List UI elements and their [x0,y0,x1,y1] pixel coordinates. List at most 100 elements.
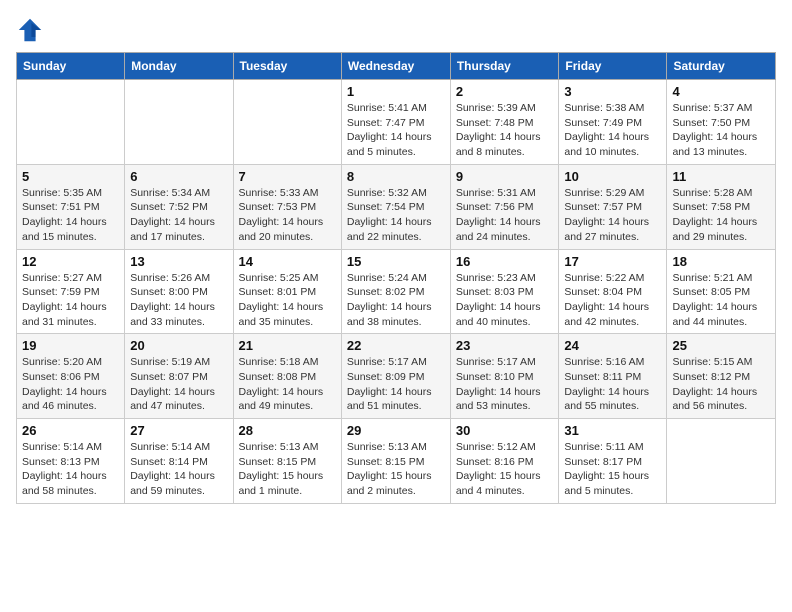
cell-info: Sunrise: 5:35 AMSunset: 7:51 PMDaylight:… [22,186,119,245]
day-number: 29 [347,423,445,438]
weekday-header: Friday [559,53,667,80]
day-number: 26 [22,423,119,438]
calendar-week-row: 5 Sunrise: 5:35 AMSunset: 7:51 PMDayligh… [17,164,776,249]
cell-info: Sunrise: 5:39 AMSunset: 7:48 PMDaylight:… [456,101,554,160]
calendar-cell: 26 Sunrise: 5:14 AMSunset: 8:13 PMDaylig… [17,419,125,504]
day-number: 11 [672,169,770,184]
calendar-cell: 31 Sunrise: 5:11 AMSunset: 8:17 PMDaylig… [559,419,667,504]
cell-info: Sunrise: 5:17 AMSunset: 8:09 PMDaylight:… [347,355,445,414]
day-number: 25 [672,338,770,353]
calendar-table: SundayMondayTuesdayWednesdayThursdayFrid… [16,52,776,504]
cell-info: Sunrise: 5:38 AMSunset: 7:49 PMDaylight:… [564,101,661,160]
day-number: 17 [564,254,661,269]
day-number: 5 [22,169,119,184]
day-number: 18 [672,254,770,269]
day-number: 22 [347,338,445,353]
cell-info: Sunrise: 5:29 AMSunset: 7:57 PMDaylight:… [564,186,661,245]
weekday-header: Tuesday [233,53,341,80]
calendar-cell: 24 Sunrise: 5:16 AMSunset: 8:11 PMDaylig… [559,334,667,419]
calendar-header-row: SundayMondayTuesdayWednesdayThursdayFrid… [17,53,776,80]
cell-info: Sunrise: 5:19 AMSunset: 8:07 PMDaylight:… [130,355,227,414]
cell-info: Sunrise: 5:25 AMSunset: 8:01 PMDaylight:… [239,271,336,330]
day-number: 30 [456,423,554,438]
cell-info: Sunrise: 5:26 AMSunset: 8:00 PMDaylight:… [130,271,227,330]
calendar-cell: 30 Sunrise: 5:12 AMSunset: 8:16 PMDaylig… [450,419,559,504]
day-number: 8 [347,169,445,184]
calendar-cell: 15 Sunrise: 5:24 AMSunset: 8:02 PMDaylig… [341,249,450,334]
day-number: 15 [347,254,445,269]
cell-info: Sunrise: 5:23 AMSunset: 8:03 PMDaylight:… [456,271,554,330]
day-number: 27 [130,423,227,438]
page-header [16,16,776,44]
cell-info: Sunrise: 5:14 AMSunset: 8:13 PMDaylight:… [22,440,119,499]
day-number: 19 [22,338,119,353]
calendar-cell: 18 Sunrise: 5:21 AMSunset: 8:05 PMDaylig… [667,249,776,334]
calendar-cell: 17 Sunrise: 5:22 AMSunset: 8:04 PMDaylig… [559,249,667,334]
calendar-week-row: 19 Sunrise: 5:20 AMSunset: 8:06 PMDaylig… [17,334,776,419]
calendar-cell: 14 Sunrise: 5:25 AMSunset: 8:01 PMDaylig… [233,249,341,334]
day-number: 9 [456,169,554,184]
calendar-cell: 7 Sunrise: 5:33 AMSunset: 7:53 PMDayligh… [233,164,341,249]
calendar-cell: 10 Sunrise: 5:29 AMSunset: 7:57 PMDaylig… [559,164,667,249]
calendar-week-row: 1 Sunrise: 5:41 AMSunset: 7:47 PMDayligh… [17,80,776,165]
calendar-week-row: 12 Sunrise: 5:27 AMSunset: 7:59 PMDaylig… [17,249,776,334]
cell-info: Sunrise: 5:13 AMSunset: 8:15 PMDaylight:… [239,440,336,499]
cell-info: Sunrise: 5:28 AMSunset: 7:58 PMDaylight:… [672,186,770,245]
calendar-cell [17,80,125,165]
calendar-cell [667,419,776,504]
day-number: 13 [130,254,227,269]
calendar-cell: 28 Sunrise: 5:13 AMSunset: 8:15 PMDaylig… [233,419,341,504]
cell-info: Sunrise: 5:13 AMSunset: 8:15 PMDaylight:… [347,440,445,499]
logo [16,16,48,44]
calendar-week-row: 26 Sunrise: 5:14 AMSunset: 8:13 PMDaylig… [17,419,776,504]
day-number: 23 [456,338,554,353]
cell-info: Sunrise: 5:12 AMSunset: 8:16 PMDaylight:… [456,440,554,499]
calendar-cell: 6 Sunrise: 5:34 AMSunset: 7:52 PMDayligh… [125,164,233,249]
cell-info: Sunrise: 5:15 AMSunset: 8:12 PMDaylight:… [672,355,770,414]
cell-info: Sunrise: 5:16 AMSunset: 8:11 PMDaylight:… [564,355,661,414]
calendar-cell: 9 Sunrise: 5:31 AMSunset: 7:56 PMDayligh… [450,164,559,249]
calendar-cell: 20 Sunrise: 5:19 AMSunset: 8:07 PMDaylig… [125,334,233,419]
day-number: 20 [130,338,227,353]
calendar-cell: 3 Sunrise: 5:38 AMSunset: 7:49 PMDayligh… [559,80,667,165]
day-number: 2 [456,84,554,99]
cell-info: Sunrise: 5:14 AMSunset: 8:14 PMDaylight:… [130,440,227,499]
calendar-cell: 19 Sunrise: 5:20 AMSunset: 8:06 PMDaylig… [17,334,125,419]
day-number: 16 [456,254,554,269]
calendar-cell: 8 Sunrise: 5:32 AMSunset: 7:54 PMDayligh… [341,164,450,249]
calendar-cell: 1 Sunrise: 5:41 AMSunset: 7:47 PMDayligh… [341,80,450,165]
weekday-header: Thursday [450,53,559,80]
weekday-header: Monday [125,53,233,80]
cell-info: Sunrise: 5:41 AMSunset: 7:47 PMDaylight:… [347,101,445,160]
day-number: 1 [347,84,445,99]
weekday-header: Wednesday [341,53,450,80]
day-number: 3 [564,84,661,99]
calendar-cell: 22 Sunrise: 5:17 AMSunset: 8:09 PMDaylig… [341,334,450,419]
calendar-cell: 5 Sunrise: 5:35 AMSunset: 7:51 PMDayligh… [17,164,125,249]
cell-info: Sunrise: 5:21 AMSunset: 8:05 PMDaylight:… [672,271,770,330]
cell-info: Sunrise: 5:22 AMSunset: 8:04 PMDaylight:… [564,271,661,330]
calendar-cell: 27 Sunrise: 5:14 AMSunset: 8:14 PMDaylig… [125,419,233,504]
day-number: 21 [239,338,336,353]
calendar-cell: 29 Sunrise: 5:13 AMSunset: 8:15 PMDaylig… [341,419,450,504]
cell-info: Sunrise: 5:18 AMSunset: 8:08 PMDaylight:… [239,355,336,414]
day-number: 6 [130,169,227,184]
day-number: 31 [564,423,661,438]
calendar-cell: 13 Sunrise: 5:26 AMSunset: 8:00 PMDaylig… [125,249,233,334]
day-number: 28 [239,423,336,438]
day-number: 24 [564,338,661,353]
day-number: 4 [672,84,770,99]
cell-info: Sunrise: 5:32 AMSunset: 7:54 PMDaylight:… [347,186,445,245]
calendar-cell [233,80,341,165]
calendar-cell: 16 Sunrise: 5:23 AMSunset: 8:03 PMDaylig… [450,249,559,334]
cell-info: Sunrise: 5:20 AMSunset: 8:06 PMDaylight:… [22,355,119,414]
cell-info: Sunrise: 5:31 AMSunset: 7:56 PMDaylight:… [456,186,554,245]
weekday-header: Sunday [17,53,125,80]
logo-icon [16,16,44,44]
cell-info: Sunrise: 5:37 AMSunset: 7:50 PMDaylight:… [672,101,770,160]
calendar-cell [125,80,233,165]
day-number: 10 [564,169,661,184]
day-number: 14 [239,254,336,269]
cell-info: Sunrise: 5:33 AMSunset: 7:53 PMDaylight:… [239,186,336,245]
weekday-header: Saturday [667,53,776,80]
